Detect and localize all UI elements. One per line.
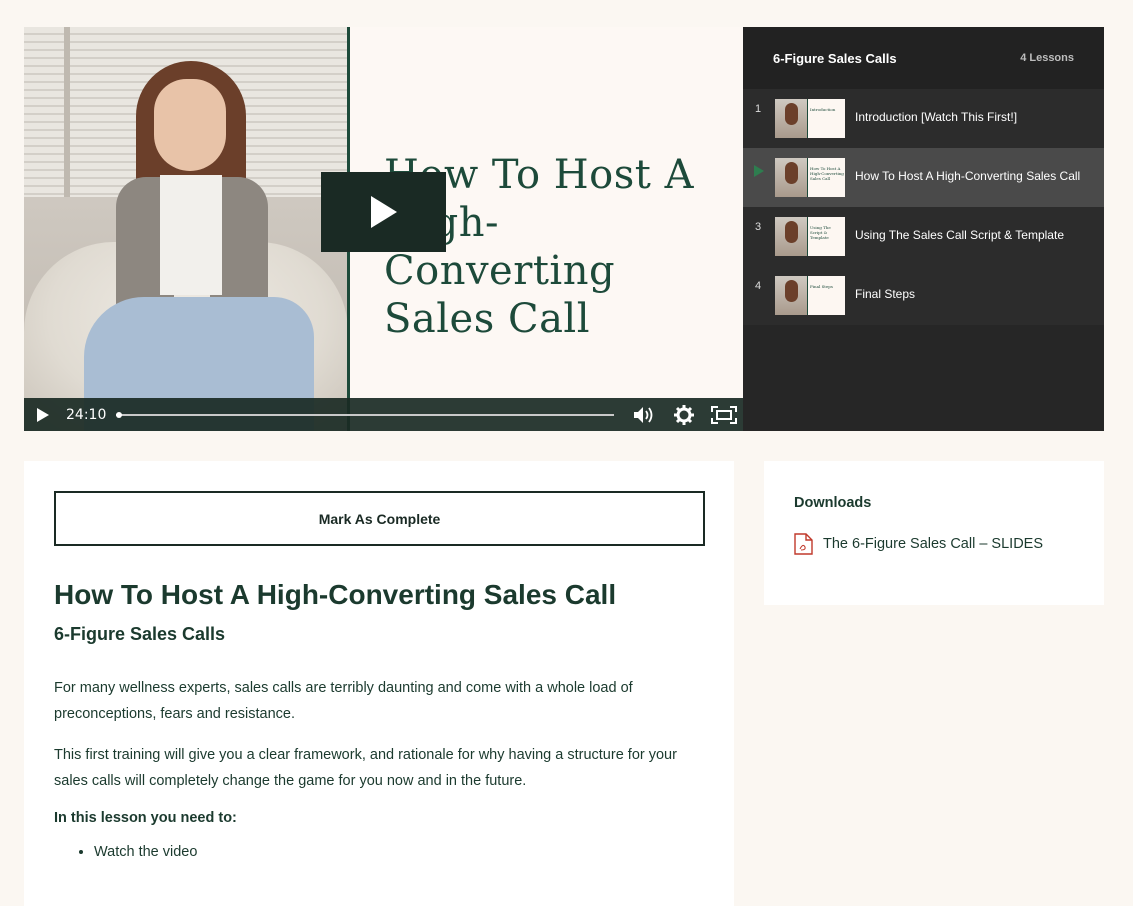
volume-button[interactable] [632, 403, 656, 427]
pdf-file-icon [794, 533, 813, 555]
presenter-face [154, 79, 226, 171]
download-link[interactable]: The 6-Figure Sales Call – SLIDES [794, 533, 1074, 555]
playlist-item-thumbnail: Final Steps [775, 276, 845, 315]
thumbnail-text: Final Steps [810, 284, 833, 289]
now-playing-icon [754, 165, 764, 177]
playlist-item-thumbnail: Introduction [775, 99, 845, 138]
video-player[interactable]: How To Host A High-Converting Sales Call… [24, 27, 743, 431]
seek-bar[interactable] [116, 407, 614, 423]
playlist-item-label: Final Steps [855, 287, 916, 301]
thumbnail-figure [785, 280, 798, 302]
video-thumbnail-photo [24, 27, 348, 431]
thumbnail-text: Introduction [810, 107, 836, 112]
play-pause-button[interactable] [36, 406, 50, 424]
lesson-content-card: Mark As Complete How To Host A High-Conv… [24, 461, 734, 906]
lesson-paragraph: This first training will give you a clea… [54, 747, 677, 789]
video-time: 24:10 [66, 406, 107, 423]
lesson-tasks-heading: In this lesson you need to: [54, 810, 237, 826]
playlist-item-label: How To Host A High-Converting Sales Call [855, 169, 1081, 183]
thumbnail-text: Using The Script & Template [810, 225, 831, 240]
settings-button[interactable] [672, 403, 696, 427]
playlist-item-label: Using The Sales Call Script & Template [855, 228, 1064, 242]
thumbnail-figure [785, 221, 798, 243]
playlist-item[interactable]: How To Host A High-Converting Sales Call… [743, 148, 1104, 207]
gear-icon [674, 404, 694, 425]
playlist-item-number: 4 [755, 280, 762, 292]
playlist-item-number: 1 [755, 103, 762, 115]
shutter-frame [64, 27, 70, 197]
lesson-count: 4 Lessons [1020, 52, 1074, 64]
lesson-paragraph: For many wellness experts, sales calls a… [54, 680, 633, 722]
playlist-item-thumbnail: Using The Script & Template [775, 217, 845, 256]
fullscreen-icon [711, 405, 737, 424]
thumbnail-divider [807, 217, 808, 256]
playlist-item[interactable]: 1 Introduction Introduction [Watch This Fi… [743, 89, 1104, 148]
seek-handle[interactable] [116, 411, 122, 418]
playlist-item[interactable]: 3 Using The Script & Template Using The Sa… [743, 207, 1104, 266]
thumbnail-figure [785, 162, 798, 184]
seek-track [116, 413, 614, 416]
playlist-item-number: 3 [755, 221, 762, 233]
mark-complete-button[interactable]: Mark As Complete [54, 491, 705, 546]
thumbnail-text: How To Host A High-Converting Sales Call [810, 166, 844, 181]
playlist-header: 6-Figure Sales Calls 4 Lessons [743, 27, 1104, 89]
presenter-shirt [160, 175, 222, 295]
video-controls: 24:10 [24, 398, 743, 431]
thumbnail-divider [807, 276, 808, 315]
playlist-title: 6-Figure Sales Calls [773, 50, 897, 66]
downloads-card: Downloads The 6-Figure Sales Call – SLID… [764, 461, 1104, 605]
thumbnail-divider [807, 99, 808, 138]
downloads-heading: Downloads [794, 495, 872, 511]
task-item: Watch the video [94, 844, 704, 860]
fullscreen-button[interactable] [710, 403, 738, 427]
playlist-item[interactable]: 4 Final Steps Final Steps [743, 266, 1104, 325]
playlist-item-label: Introduction [Watch This First!] [855, 110, 1018, 124]
thumbnail-divider [807, 158, 808, 197]
lesson-playlist: 6-Figure Sales Calls 4 Lessons 1 Introduc… [743, 27, 1104, 431]
volume-icon [634, 406, 653, 423]
play-icon [37, 407, 49, 422]
thumbnail-figure [785, 103, 798, 125]
big-play-button[interactable] [321, 172, 446, 252]
download-label: The 6-Figure Sales Call – SLIDES [823, 536, 1044, 552]
course-name: 6-Figure Sales Calls [54, 624, 226, 644]
lesson-title: How To Host A High-Converting Sales Call [54, 579, 617, 610]
playlist-item-thumbnail: How To Host A High-Converting Sales Call [775, 158, 845, 197]
play-icon [370, 196, 397, 228]
lesson-task-list: Watch the video [54, 844, 704, 860]
